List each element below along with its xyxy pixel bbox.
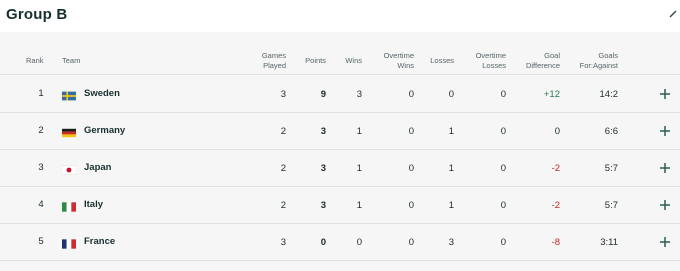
japan-flag [61, 162, 77, 175]
overtime-wins-value: 0 [408, 126, 414, 137]
rank-value: 5 [38, 236, 44, 247]
overtime-wins-value: 0 [408, 200, 414, 211]
table-row: 2 Germany 2 3 1 0 1 0 0 6:6 [0, 112, 680, 150]
table-row: 4 Italy 2 3 1 0 1 0 -2 5:7 [0, 186, 680, 224]
france-flag [62, 236, 76, 249]
rank-value: 3 [38, 162, 44, 173]
overtime-wins-value: 0 [408, 89, 414, 100]
games-played-value: 3 [280, 89, 286, 100]
col-points: Points [305, 56, 326, 65]
rank-value: 2 [38, 125, 44, 136]
sweden-flag [62, 88, 76, 101]
overtime-wins-value: 0 [408, 163, 414, 174]
expand-plus-icon[interactable] [659, 88, 671, 100]
expand-plus-icon[interactable] [659, 125, 671, 137]
wins-value: 3 [356, 89, 362, 100]
points-value: 3 [320, 200, 326, 211]
goal-difference-value: -2 [551, 163, 560, 174]
col-games-played: Games Played [261, 51, 286, 70]
col-goals-for-against: Goals For:Against [579, 51, 618, 70]
wins-value: 0 [356, 237, 362, 248]
points-value: 3 [320, 163, 326, 174]
rank-value: 1 [38, 88, 44, 99]
goals-for-against-value: 5:7 [604, 200, 618, 211]
overtime-losses-value: 0 [500, 163, 506, 174]
standings-table: Rank Team Games Played Points Wins Overti… [0, 40, 680, 271]
team-name[interactable]: Italy [84, 199, 103, 210]
col-overtime-wins: Overtime Wins [383, 51, 414, 70]
col-losses: Losses [430, 56, 454, 65]
collapse-arrow-icon[interactable] [668, 9, 678, 19]
losses-value: 0 [448, 89, 454, 100]
goal-difference-value: 0 [554, 126, 560, 137]
overtime-wins-value: 0 [408, 237, 414, 248]
losses-value: 1 [448, 126, 454, 137]
table-row: 5 France 3 0 0 0 3 0 -8 3:11 [0, 223, 680, 261]
team-name[interactable]: France [84, 236, 115, 247]
losses-value: 1 [448, 200, 454, 211]
team-name[interactable]: Germany [84, 125, 125, 136]
table-row: 3 Japan 2 3 1 0 1 0 -2 5:7 [0, 149, 680, 187]
col-rank: Rank [26, 56, 44, 65]
col-overtime-losses: Overtime Losses [475, 51, 506, 70]
col-goal-difference: Goal Difference [525, 51, 560, 70]
team-name[interactable]: Japan [84, 162, 111, 173]
table-row: 1 Sweden 3 9 3 0 0 0 +12 14:2 [0, 75, 680, 113]
team-name[interactable]: Sweden [84, 88, 120, 99]
points-value: 9 [320, 89, 326, 100]
goals-for-against-value: 6:6 [604, 126, 618, 137]
germany-flag [62, 125, 76, 138]
losses-value: 3 [448, 237, 454, 248]
goals-for-against-value: 5:7 [604, 163, 618, 174]
wins-value: 1 [356, 200, 362, 211]
group-header: Group B [0, 0, 680, 32]
group-title: Group B [6, 6, 68, 23]
table-header-row: Rank Team Games Played Points Wins Overti… [0, 40, 680, 75]
goals-for-against-value: 14:2 [599, 89, 619, 100]
goal-difference-value: -8 [551, 237, 560, 248]
wins-value: 1 [356, 163, 362, 174]
games-played-value: 3 [280, 237, 286, 248]
points-value: 3 [320, 126, 326, 137]
games-played-value: 2 [280, 200, 286, 211]
wins-value: 1 [356, 126, 362, 137]
rank-value: 4 [38, 199, 44, 210]
expand-plus-icon[interactable] [659, 199, 671, 211]
points-value: 0 [320, 237, 326, 248]
games-played-value: 2 [280, 163, 286, 174]
goal-difference-value: +12 [543, 89, 560, 100]
col-team: Team [62, 56, 81, 65]
overtime-losses-value: 0 [500, 200, 506, 211]
games-played-value: 2 [280, 126, 286, 137]
overtime-losses-value: 0 [500, 237, 506, 248]
col-wins: Wins [345, 56, 362, 65]
expand-plus-icon[interactable] [659, 236, 671, 248]
overtime-losses-value: 0 [500, 126, 506, 137]
goals-for-against-value: 3:11 [600, 237, 618, 248]
expand-plus-icon[interactable] [659, 162, 671, 174]
losses-value: 1 [448, 163, 454, 174]
goal-difference-value: -2 [551, 200, 560, 211]
italy-flag [62, 199, 76, 212]
overtime-losses-value: 0 [500, 89, 506, 100]
